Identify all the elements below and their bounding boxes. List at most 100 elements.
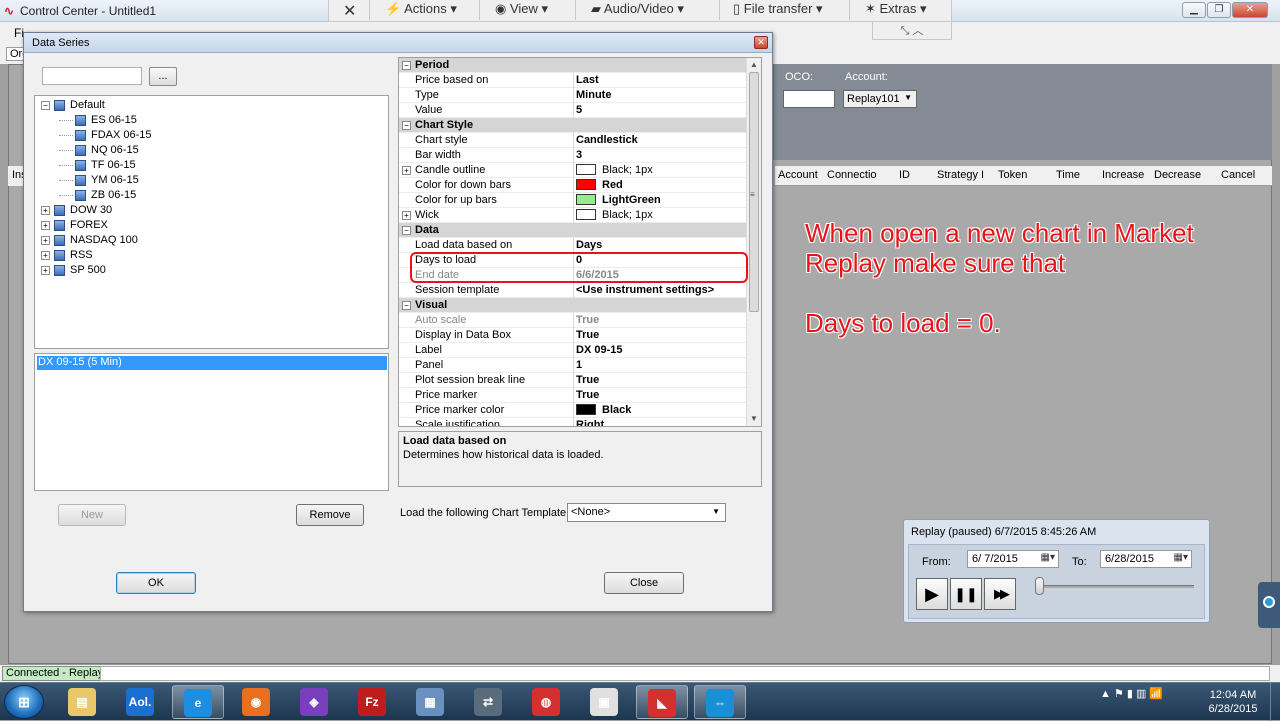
property-value[interactable]: Black; 1px [576,208,653,221]
property-value[interactable]: Candlestick [576,134,638,146]
property-row[interactable]: + Candle outline Black; 1px [399,163,747,178]
property-category[interactable]: − Visual [399,298,747,313]
property-grid-scrollbar[interactable]: ▲ ≡ ▼ [746,58,761,426]
chart-template-select[interactable]: <None> ▼ [567,503,726,522]
property-row[interactable]: Scale justification Right [399,418,747,426]
tree-item[interactable]: + DOW 30 [41,204,112,216]
instrument-search-input[interactable] [42,67,142,85]
grid-column-header[interactable]: Decrease [1154,169,1201,181]
taskbar-app-button[interactable]: ▤ [56,685,108,719]
property-value[interactable]: True [576,314,599,326]
property-value[interactable]: True [576,389,599,401]
tree-item[interactable]: − Default [41,99,105,111]
file-transfer-menu[interactable]: ▯ File transfer ▾ [733,0,823,20]
account-select[interactable]: Replay101 ▼ [843,90,917,108]
taskbar-app-button[interactable]: ◍ [520,685,572,719]
grid-column-header[interactable]: Connectio [827,169,877,181]
property-row[interactable]: Color for up bars LightGreen [399,193,747,208]
expand-icon[interactable]: + [41,250,50,260]
collapse-icon[interactable]: − [402,301,411,310]
property-value[interactable]: Last [576,74,599,86]
property-row[interactable]: Type Minute [399,88,747,103]
property-row[interactable]: Load data based on Days [399,238,747,253]
collapse-icon[interactable]: − [402,61,411,70]
new-button[interactable]: New [58,504,126,526]
taskbar-app-button[interactable]: ◣ [636,685,688,719]
actions-menu[interactable]: ⚡ Actions ▾ [385,0,457,20]
property-value[interactable]: Days [576,239,602,251]
property-value[interactable]: 1 [576,359,582,371]
property-category[interactable]: − Data [399,223,747,238]
replay-speed-track[interactable] [1039,585,1194,588]
property-value[interactable]: Black [576,403,631,416]
taskbar-app-button[interactable]: ⇄ [462,685,514,719]
tree-item[interactable]: + RSS [41,249,93,261]
property-value[interactable]: DX 09-15 [576,344,622,356]
close-session-icon[interactable]: ✕ [343,0,356,20]
property-category[interactable]: − Period [399,58,747,73]
tree-item[interactable]: ZB 06-15 [59,189,136,201]
start-button[interactable]: ⊞ [4,685,44,719]
scroll-down-icon[interactable]: ▼ [750,414,758,423]
taskbar-app-button[interactable]: ▣ [578,685,630,719]
clock[interactable]: 12:04 AM 6/28/2015 [1208,688,1258,716]
to-date-picker[interactable]: 6/28/2015 ▦▾ [1100,550,1192,568]
selected-series-item[interactable]: DX 09-15 (5 Min) [37,356,387,370]
tree-item[interactable]: TF 06-15 [59,159,136,171]
scroll-up-icon[interactable]: ▲ [750,60,758,69]
remove-button[interactable]: Remove [296,504,364,526]
expand-icon[interactable]: + [41,235,50,245]
property-value[interactable]: Red [576,178,623,191]
minimize-button[interactable]: ▁ [1182,2,1206,18]
property-value[interactable]: True [576,374,599,386]
property-row[interactable]: Plot session break line True [399,373,747,388]
grid-column-header[interactable]: Time [1056,169,1080,181]
taskbar-app-button[interactable]: e [172,685,224,719]
grid-column-header[interactable]: Account [778,169,818,181]
property-row[interactable]: Price marker color Black [399,403,747,418]
property-row[interactable]: Bar width 3 [399,148,747,163]
browse-button[interactable]: ... [149,67,177,86]
property-row[interactable]: Auto scale True [399,313,747,328]
tree-item[interactable]: FDAX 06-15 [59,129,152,141]
grid-column-header[interactable]: Token [998,169,1027,181]
property-value[interactable]: <Use instrument settings> [576,284,714,296]
property-category[interactable]: − Chart Style [399,118,747,133]
property-value[interactable]: Right [576,419,604,426]
taskbar-app-button[interactable]: ▦ [404,685,456,719]
replay-speed-slider[interactable] [1035,577,1044,595]
grid-column-header[interactable]: Strategy I [937,169,984,181]
property-row[interactable]: Panel 1 [399,358,747,373]
property-row[interactable]: Chart style Candlestick [399,133,747,148]
collapse-icon[interactable]: − [41,100,50,110]
tree-item[interactable]: ES 06-15 [59,114,137,126]
taskbar-app-button[interactable]: ◉ [230,685,282,719]
expand-icon[interactable]: + [402,211,411,220]
property-row[interactable]: Price based on Last [399,73,747,88]
grid-column-header[interactable]: Increase [1102,169,1144,181]
ok-button[interactable]: OK [116,572,196,594]
property-value[interactable]: Black; 1px [576,163,653,176]
property-row[interactable]: + Wick Black; 1px [399,208,747,223]
teamviewer-side-panel[interactable] [1258,582,1280,628]
maximize-button[interactable]: ❐ [1207,2,1231,18]
calendar-icon[interactable]: ▦▾ [1041,552,1055,563]
close-window-button[interactable]: ✕ [1232,2,1268,18]
taskbar-app-button[interactable]: Aol. [114,685,166,719]
tree-item[interactable]: YM 06-15 [59,174,139,186]
audio-video-menu[interactable]: ▰ Audio/Video ▾ [591,0,684,20]
taskbar-app-button[interactable]: ⇔ [694,685,746,719]
tree-item[interactable]: + FOREX [41,219,108,231]
expand-icon[interactable]: + [41,205,50,215]
view-menu[interactable]: ◉ View ▾ [495,0,548,20]
property-row[interactable]: Label DX 09-15 [399,343,747,358]
from-date-picker[interactable]: 6/ 7/2015 ▦▾ [967,550,1059,568]
calendar-icon[interactable]: ▦▾ [1174,552,1188,563]
expand-icon[interactable]: + [41,265,50,275]
property-value[interactable]: 3 [576,149,582,161]
expand-icon[interactable]: + [402,166,411,175]
taskbar-app-button[interactable]: ◈ [288,685,340,719]
property-row[interactable]: Display in Data Box True [399,328,747,343]
close-button[interactable]: Close [604,572,684,594]
property-value[interactable]: True [576,329,599,341]
